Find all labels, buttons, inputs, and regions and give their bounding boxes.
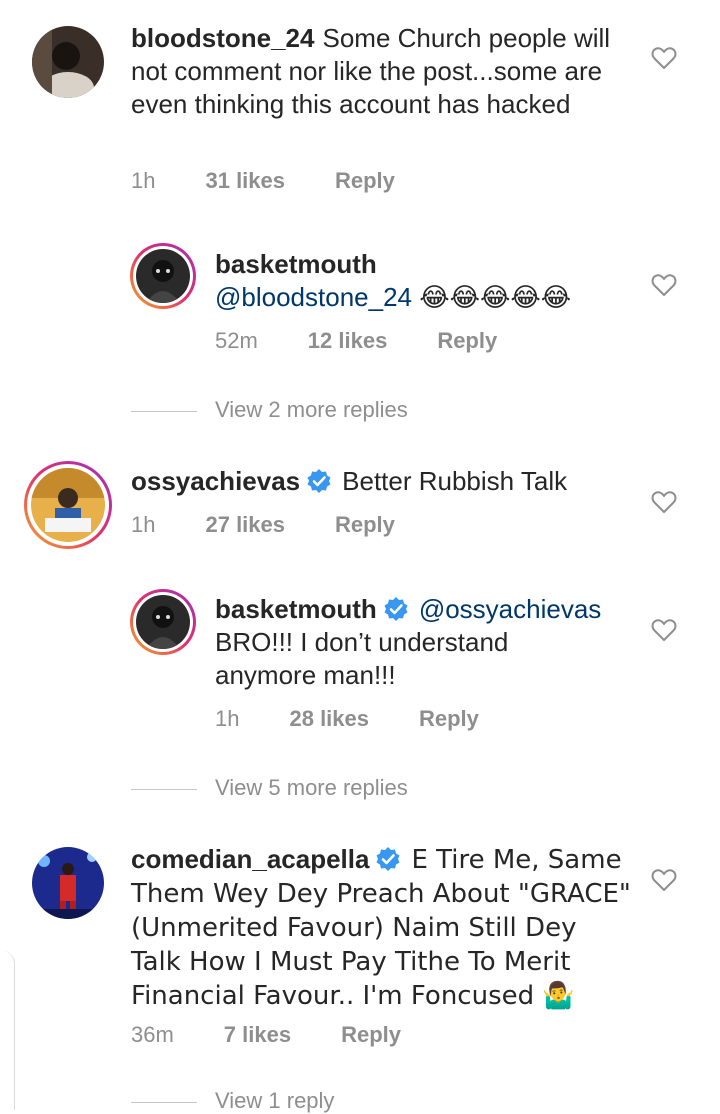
comment-meta: 1h 31 likes Reply [131,168,445,194]
username[interactable]: comedian_acapella [131,844,369,874]
view-more-label[interactable]: View 5 more replies [215,775,408,800]
verified-badge-icon [376,847,400,871]
username[interactable]: bloodstone_24 [131,23,314,53]
comment-text: comedian_acapella E Tire Me, Same Them We… [131,843,631,1013]
likes-count[interactable]: 12 likes [308,328,388,353]
comment-meta: 1h 28 likes Reply [215,706,529,732]
comment-text: basketmouth @ossyachievas BRO!!! I don’t … [215,593,635,692]
verified-badge-icon [384,597,408,621]
view-more-replies[interactable]: View 5 more replies [131,775,408,801]
comment-body: Better Rubbish Talk [342,466,568,496]
timestamp: 36m [131,1022,174,1047]
heart-icon[interactable] [651,273,677,297]
mention-link[interactable]: @bloodstone_24 [215,282,412,312]
likes-count[interactable]: 31 likes [205,168,285,193]
timestamp: 1h [131,512,156,537]
view-more-replies[interactable]: View 1 reply [131,1088,334,1114]
avatar[interactable] [32,847,104,919]
reply-button[interactable]: Reply [437,328,497,353]
comment-meta: 36m 7 likes Reply [131,1022,451,1048]
comment-text: basketmouth @bloodstone_24 😂😂😂😂😂 [215,248,635,315]
comment-body: BRO!!! I don’t understand anymore man!!! [215,627,509,690]
comment-meta: 52m 12 likes Reply [215,328,547,354]
mention-link[interactable]: @ossyachievas [419,594,601,624]
divider [131,788,197,790]
heart-icon[interactable] [651,490,677,514]
reply-button[interactable]: Reply [419,706,479,731]
timestamp: 1h [131,168,156,193]
heart-icon[interactable] [651,618,677,642]
likes-count[interactable]: 27 likes [205,512,285,537]
avatar[interactable] [31,468,105,542]
heart-icon[interactable] [651,46,677,70]
username[interactable]: basketmouth [215,248,627,281]
verified-badge-icon [307,469,331,493]
reply-button[interactable]: Reply [341,1022,401,1047]
likes-count[interactable]: 28 likes [289,706,369,731]
username[interactable]: ossyachievas [131,466,300,496]
heart-icon[interactable] [651,868,677,892]
view-more-replies[interactable]: View 2 more replies [131,397,408,423]
comment-body: 😂😂😂😂😂 [419,283,572,313]
avatar[interactable] [136,595,190,649]
reply-button[interactable]: Reply [335,168,395,193]
username[interactable]: basketmouth [215,594,377,624]
panel-edge [0,950,15,1110]
likes-count[interactable]: 7 likes [224,1022,291,1047]
reply-button[interactable]: Reply [335,512,395,537]
view-more-label[interactable]: View 1 reply [215,1088,334,1113]
comment-text: bloodstone_24 Some Church people will not… [131,22,611,121]
timestamp: 52m [215,328,258,353]
avatar[interactable] [32,26,104,98]
divider [131,1101,197,1103]
divider [131,410,197,412]
view-more-label[interactable]: View 2 more replies [215,397,408,422]
comment-text: ossyachievas Better Rubbish Talk [131,465,631,498]
story-ring [130,589,196,655]
story-ring [24,461,112,549]
avatar[interactable] [136,249,190,303]
story-ring [130,243,196,309]
comment-meta: 1h 27 likes Reply [131,512,445,538]
timestamp: 1h [215,706,240,731]
